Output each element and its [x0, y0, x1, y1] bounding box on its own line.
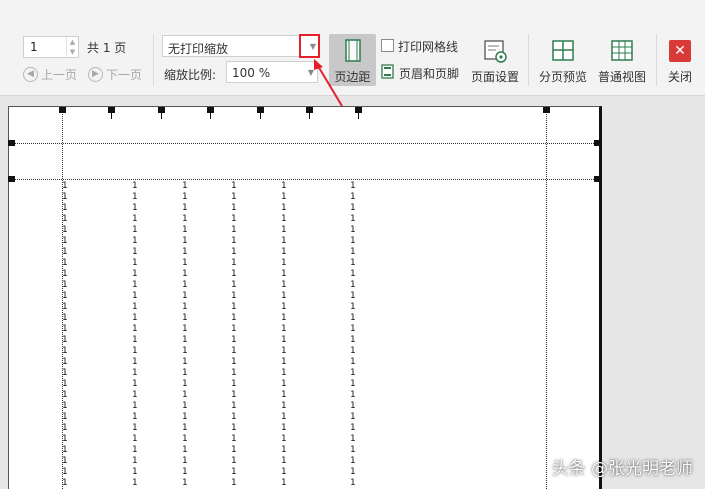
close-label: 关闭 — [667, 70, 692, 84]
print-preview-toolbar: 1 ▲ ▼ 共 1 页 ◀ 上一页 ▶ 下一页 无打印缩放 ▼ 缩放比例: 100… — [0, 0, 705, 96]
column-width-tick — [358, 111, 359, 119]
total-pages-label: 共 1 页 — [87, 41, 127, 55]
sheet-column: 1 1 1 1 1 1 1 1 1 1 1 1 1 1 1 1 1 1 1 1 … — [350, 181, 356, 488]
margin-handle[interactable] — [594, 176, 601, 182]
page-setup-button[interactable]: 页面设置 — [468, 38, 522, 85]
page-setup-icon — [482, 38, 508, 64]
dropdown-highlight-box — [299, 34, 320, 58]
page-break-preview-label: 分页预览 — [538, 70, 587, 84]
sheet-column: 1 1 1 1 1 1 1 1 1 1 1 1 1 1 1 1 1 1 1 1 … — [231, 181, 237, 488]
normal-view-grid-icon — [609, 38, 635, 64]
print-scaling-value: 无打印缩放 — [168, 42, 229, 56]
left-arrow-circle-icon: ◀ — [23, 66, 38, 82]
column-width-tick — [309, 111, 310, 119]
separator — [528, 34, 529, 86]
page-break-preview-button[interactable]: 分页预览 — [536, 38, 590, 85]
close-button[interactable]: ✕ 关闭 — [662, 38, 698, 85]
top-margin-guide[interactable] — [9, 179, 600, 180]
right-arrow-circle-icon: ▶ — [88, 66, 103, 82]
print-scaling-dropdown[interactable]: 无打印缩放 ▼ — [162, 35, 320, 57]
zoom-value: 100 % — [232, 66, 271, 80]
next-page-button[interactable]: ▶ 下一页 — [88, 65, 142, 83]
right-margin-guide[interactable] — [546, 107, 547, 489]
sheet-column: 1 1 1 1 1 1 1 1 1 1 1 1 1 1 1 1 1 1 1 1 … — [281, 181, 287, 488]
sheet-column: 1 1 1 1 1 1 1 1 1 1 1 1 1 1 1 1 1 1 1 1 … — [132, 181, 138, 488]
zoom-label: 缩放比例: — [164, 68, 217, 82]
header-footer-icon[interactable] — [381, 64, 394, 79]
normal-view-label: 普通视图 — [597, 70, 646, 84]
spinner-icon[interactable]: ▲ ▼ — [66, 37, 78, 57]
next-page-label: 下一页 — [106, 67, 143, 82]
column-width-tick — [210, 111, 211, 119]
header-footer-button[interactable]: 页眉和页脚 — [399, 65, 459, 82]
normal-view-button[interactable]: 普通视图 — [595, 38, 649, 85]
sheet-column: 1 1 1 1 1 1 1 1 1 1 1 1 1 1 1 1 1 1 1 1 … — [182, 181, 188, 488]
zoom-dropdown[interactable]: 100 % ▼ — [226, 61, 318, 83]
prev-page-button[interactable]: ◀ 上一页 — [23, 65, 77, 83]
separator — [656, 34, 657, 86]
prev-page-label: 上一页 — [41, 67, 78, 82]
margins-label: 页边距 — [334, 70, 371, 84]
margin-handle[interactable] — [8, 140, 15, 146]
margin-handle[interactable] — [543, 107, 550, 113]
page-number-input[interactable]: 1 ▲ ▼ — [23, 36, 79, 58]
page-setup-label: 页面设置 — [470, 70, 519, 84]
separator — [153, 34, 154, 86]
print-preview-page: 1 1 1 1 1 1 1 1 1 1 1 1 1 1 1 1 1 1 1 1 … — [8, 106, 602, 489]
column-width-tick — [161, 111, 162, 119]
column-width-tick — [260, 111, 261, 119]
column-width-tick — [111, 111, 112, 119]
page-margins-icon — [340, 38, 366, 64]
margin-handle[interactable] — [8, 176, 15, 182]
watermark-text: 头条 @张光明老师 — [551, 459, 693, 479]
page-number-value: 1 — [30, 40, 38, 54]
page-break-preview-icon — [550, 38, 576, 64]
margin-handle[interactable] — [59, 107, 66, 113]
print-gridlines-label: 打印网格线 — [398, 40, 459, 54]
header-margin-guide[interactable] — [9, 143, 600, 144]
chevron-down-icon[interactable]: ▼ — [308, 68, 314, 77]
margin-handle[interactable] — [594, 140, 601, 146]
sheet-column: 1 1 1 1 1 1 1 1 1 1 1 1 1 1 1 1 1 1 1 1 … — [62, 181, 68, 488]
close-x-icon: ✕ — [667, 38, 693, 64]
print-gridlines-checkbox[interactable] — [381, 39, 394, 52]
margins-button[interactable]: 页边距 — [331, 38, 374, 85]
